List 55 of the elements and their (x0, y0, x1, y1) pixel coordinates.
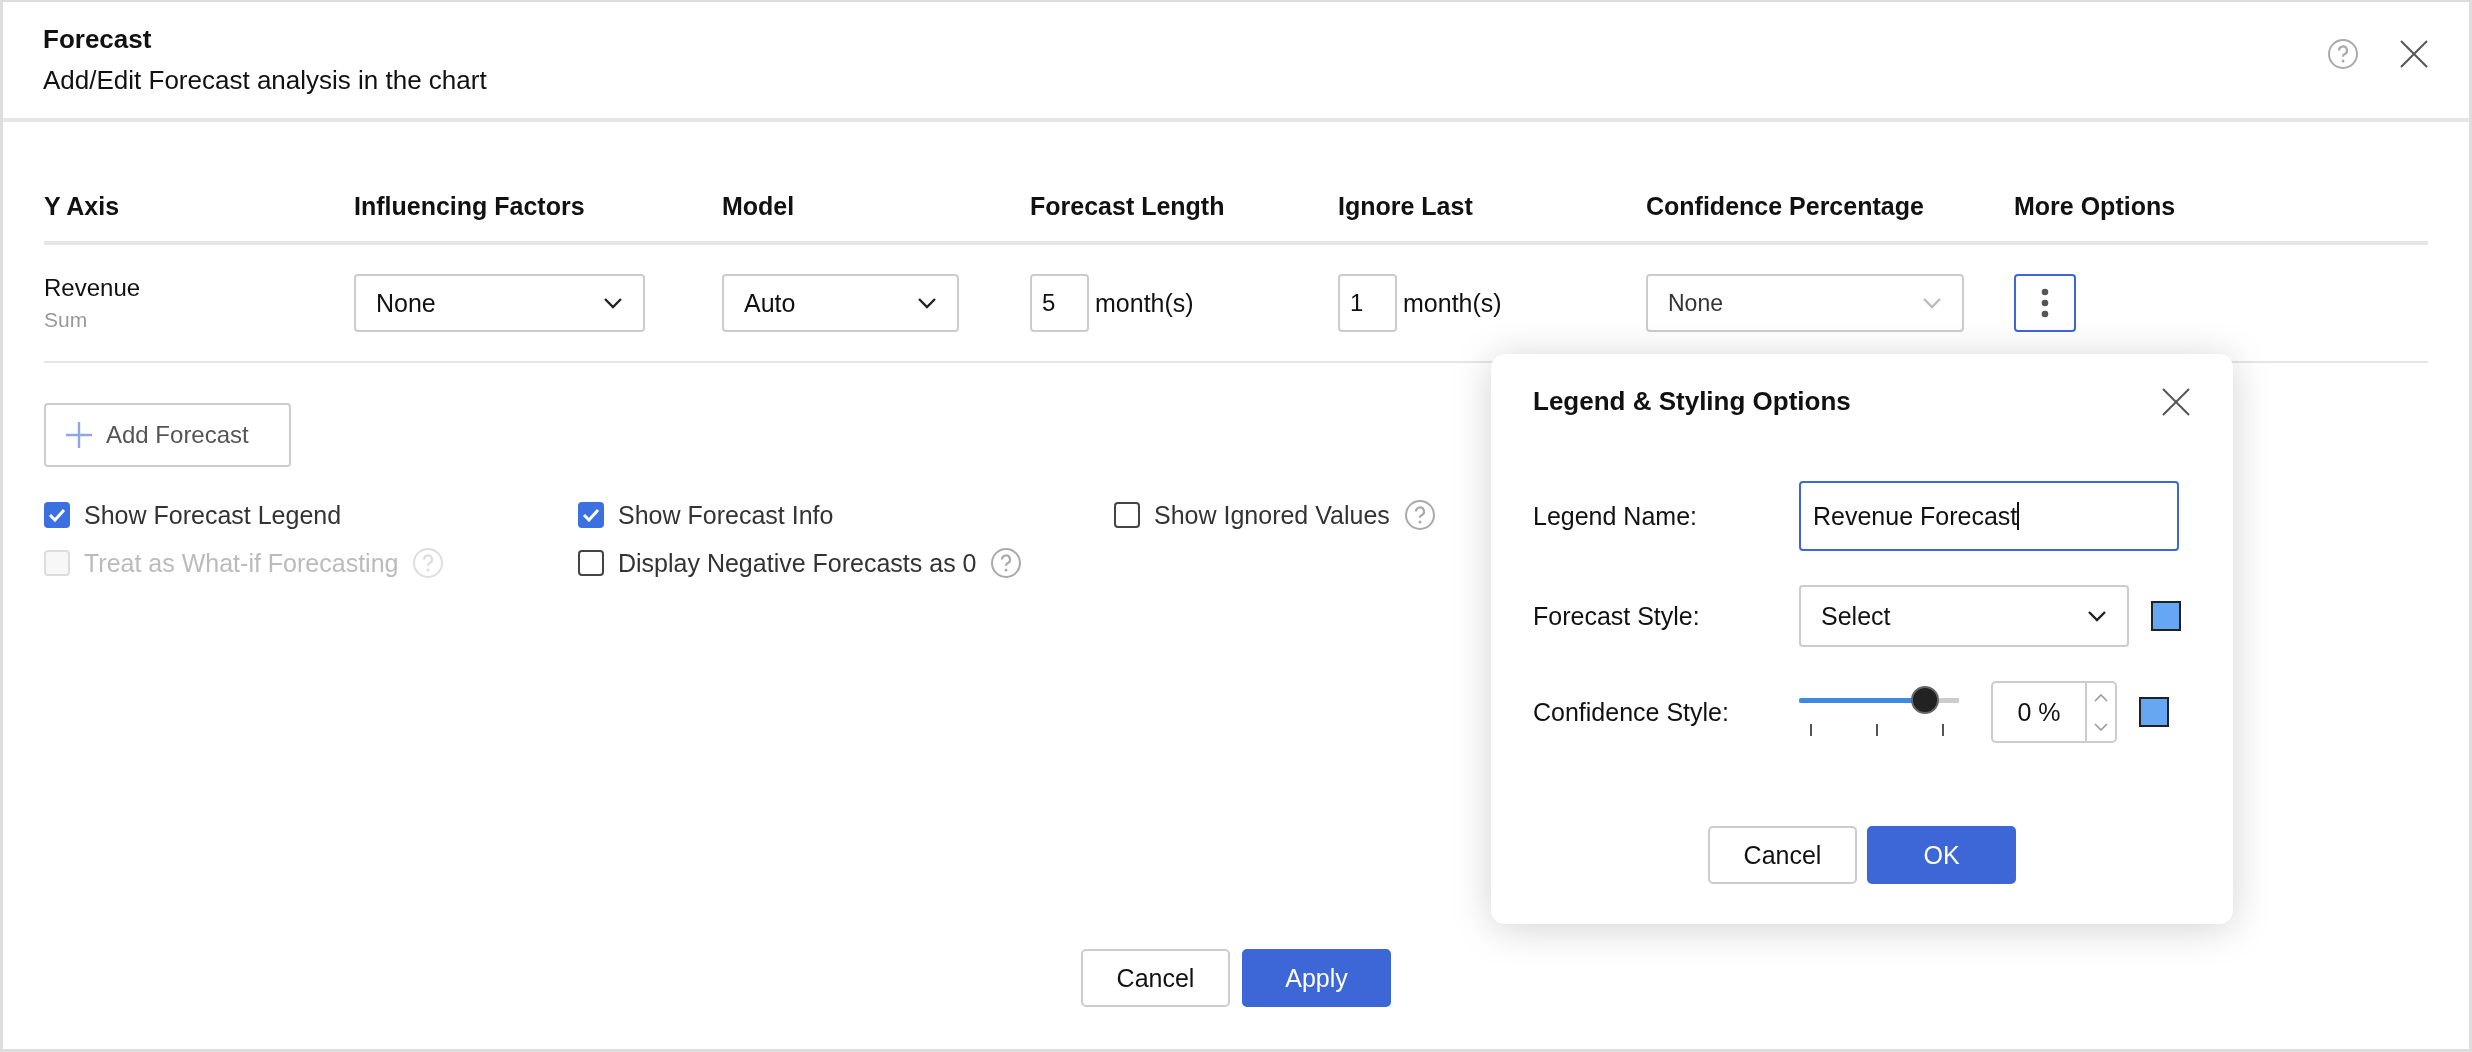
plus-icon (66, 422, 92, 448)
model-dropdown[interactable]: Auto (722, 274, 959, 332)
measure-name: Revenue (44, 274, 141, 302)
add-forecast-button[interactable]: Add Forecast (44, 403, 291, 467)
chevron-down-icon (917, 297, 937, 309)
more-options-button[interactable] (2014, 274, 2076, 332)
checkbox[interactable] (1114, 502, 1140, 528)
kebab-icon (2041, 288, 2049, 318)
checkbox-label: Show Forecast Info (618, 500, 834, 530)
close-icon[interactable] (2399, 39, 2429, 69)
close-icon[interactable] (2161, 386, 2191, 417)
checkbox-label: Show Forecast Legend (84, 500, 342, 530)
slider-thumb[interactable] (1911, 686, 1940, 714)
column-header: Influencing Factors (354, 122, 722, 245)
column-header: Model (722, 122, 1030, 245)
forecast-length-input[interactable]: 5 (1030, 274, 1089, 332)
field-label: Confidence Style: (1533, 697, 1730, 727)
dialog-subtitle: Add/Edit Forecast analysis in the chart (43, 65, 487, 96)
chevron-down-icon (1922, 297, 1942, 309)
color-swatch[interactable] (2139, 697, 2169, 727)
caret-up-icon[interactable] (2094, 693, 2108, 702)
column-header: More Options (2014, 122, 2428, 245)
field-label: Legend Name: (1533, 501, 1698, 531)
legend-name-input[interactable]: Revenue Forecast (1799, 481, 2179, 551)
popup-button[interactable]: OK (1867, 826, 2016, 884)
checkbox-label: Display Negative Forecasts as 0 (618, 548, 977, 578)
field-label: Forecast Style: (1533, 601, 1701, 631)
checkbox-label: Show Ignored Values (1154, 500, 1390, 530)
dialog-button[interactable]: Apply (1242, 949, 1391, 1007)
check-icon (582, 508, 600, 522)
popup-title: Legend & Styling Options (1533, 386, 1851, 417)
column-header: Confidence Percentage (1646, 122, 2014, 245)
checkbox-label: Treat as What-if Forecasting (84, 548, 399, 578)
chevron-down-icon (603, 297, 623, 309)
ignore-last-input[interactable]: 1 (1338, 274, 1397, 332)
checkbox[interactable] (578, 502, 604, 528)
forecast-style-dropdown[interactable]: Select (1799, 585, 2129, 647)
unit-label: month(s) (1403, 288, 1502, 318)
checkbox[interactable] (44, 502, 70, 528)
color-swatch[interactable] (2151, 601, 2181, 631)
chevron-down-icon (2087, 610, 2107, 622)
unit-label: month(s) (1095, 288, 1194, 318)
dialog-button[interactable]: Cancel (1081, 949, 1230, 1007)
check-icon (48, 508, 66, 522)
opacity-spinner[interactable]: 0 % (1991, 681, 2117, 743)
dialog-title: Forecast (43, 24, 153, 55)
column-header: Forecast Length (1030, 122, 1338, 245)
influencing-factors-dropdown[interactable]: None (354, 274, 645, 332)
column-header: Ignore Last (1338, 122, 1646, 245)
checkbox[interactable] (578, 550, 604, 576)
confidence-percentage-dropdown[interactable]: None (1646, 274, 1964, 332)
aggregate-label: Sum (44, 308, 89, 332)
column-header: Y Axis (44, 122, 354, 245)
caret-down-icon[interactable] (2094, 722, 2108, 731)
popup-button[interactable]: Cancel (1708, 826, 1857, 884)
